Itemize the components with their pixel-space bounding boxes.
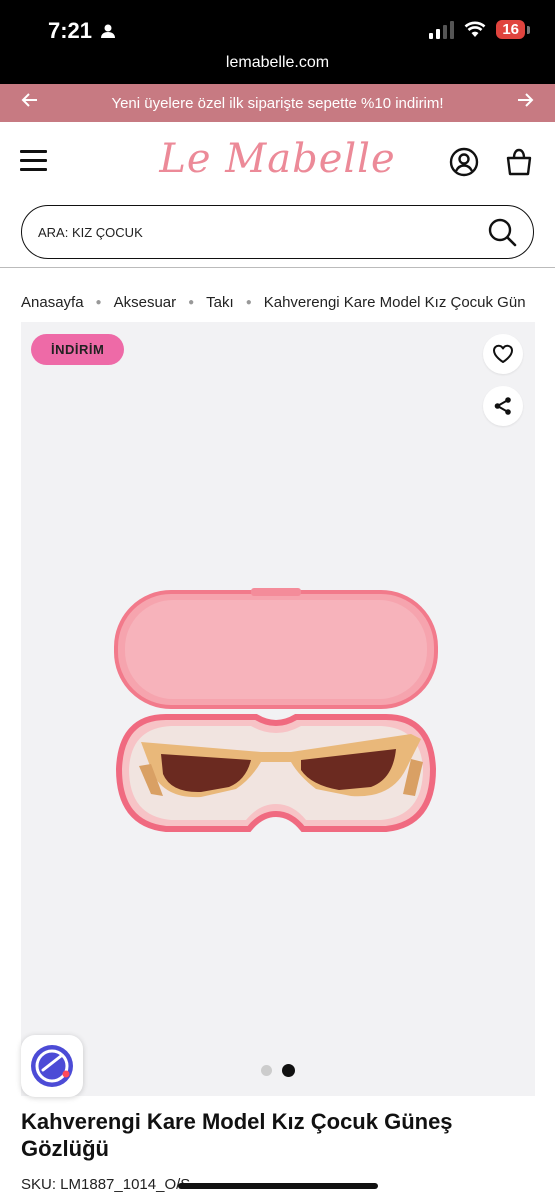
app-launcher-icon[interactable] (21, 1035, 83, 1097)
status-time: 7:21 (48, 18, 116, 44)
status-indicators: 16 (429, 20, 530, 39)
url-bar[interactable]: lemabelle.com (0, 54, 555, 72)
breadcrumb-current: Kahverengi Kare Model Kız Çocuk Gün (263, 294, 526, 311)
shopping-bag-icon[interactable] (503, 146, 535, 178)
breadcrumb-separator: ● (245, 297, 252, 308)
search-icon[interactable] (487, 217, 517, 247)
breadcrumb-jewelry[interactable]: Takı (206, 294, 234, 311)
user-icon[interactable] (448, 146, 480, 178)
breadcrumb-home[interactable]: Anasayfa (21, 294, 84, 311)
product-gallery[interactable]: İNDİRİM (21, 322, 535, 1096)
product-title: Kahverengi Kare Model Kız Çocuk Güneş Gö… (21, 1109, 453, 1161)
breadcrumb-separator: ● (95, 297, 102, 308)
search-bar (21, 205, 534, 259)
discount-badge: İNDİRİM (31, 334, 125, 365)
carousel-dot[interactable] (261, 1065, 272, 1076)
share-icon (494, 397, 511, 415)
carousel-dot-active[interactable] (282, 1064, 295, 1077)
share-button[interactable] (483, 386, 523, 426)
wifi-icon (464, 21, 486, 37)
battery-indicator: 16 (496, 20, 530, 39)
product-image (114, 588, 438, 832)
cellular-signal-icon (429, 20, 455, 39)
arrow-right-icon[interactable] (513, 91, 537, 115)
site-header: Le Mabelle (0, 122, 555, 202)
status-bar: 7:21 16 lemabelle.com (0, 0, 555, 84)
breadcrumb-separator: ● (188, 297, 195, 308)
carousel-dots (261, 1064, 295, 1077)
promo-banner: Yeni üyelere özel ilk siparişte sepette … (0, 84, 555, 122)
person-icon (101, 24, 116, 38)
search-input[interactable] (38, 224, 487, 240)
promo-text: Yeni üyelere özel ilk siparişte sepette … (111, 94, 444, 112)
home-indicator[interactable] (178, 1183, 378, 1189)
heart-icon (493, 344, 513, 363)
arrow-left-icon[interactable] (18, 91, 42, 115)
breadcrumb: Anasayfa ● Aksesuar ● Takı ● Kahverengi … (21, 294, 555, 311)
clock: 7:21 (48, 18, 93, 43)
product-sku: SKU: LM1887_1014_O/S (21, 1176, 191, 1193)
wishlist-button[interactable] (483, 334, 523, 374)
divider (0, 267, 555, 268)
breadcrumb-accessories[interactable]: Aksesuar (114, 294, 177, 311)
